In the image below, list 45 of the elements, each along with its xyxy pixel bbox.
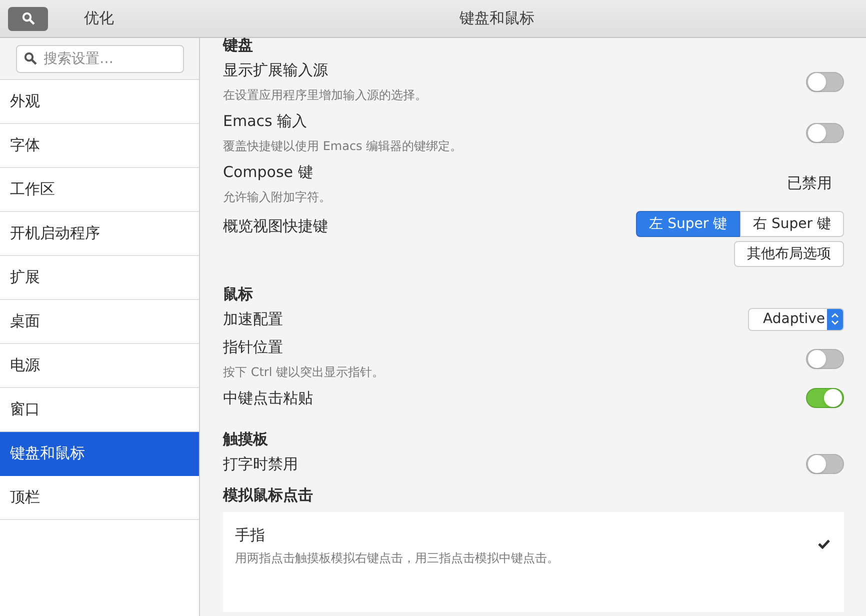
status-value: 已禁用: [787, 173, 832, 194]
segment-button[interactable]: 左 Super 键: [636, 211, 740, 237]
sidebar-item[interactable]: 电源: [0, 344, 199, 388]
sidebar-item[interactable]: 工作区: [0, 168, 199, 212]
section-heading: 模拟鼠标点击: [223, 485, 314, 506]
setting-label: 加速配置: [223, 308, 283, 330]
toggle-switch[interactable]: [806, 122, 844, 142]
setting-label: 概览视图快捷键: [223, 216, 328, 237]
sidebar-item[interactable]: 扩展: [0, 256, 199, 300]
dropdown-select[interactable]: Adaptive: [748, 308, 844, 330]
setting-label: 中键点击粘贴: [223, 388, 313, 409]
toggle-switch[interactable]: [806, 72, 844, 92]
window-title: 键盘和鼠标: [460, 8, 534, 30]
sidebar-item[interactable]: 桌面: [0, 300, 199, 344]
toggle-switch[interactable]: [806, 454, 844, 474]
setting-description: 在设置应用程序里增加输入源的选择。: [223, 86, 427, 104]
search-button[interactable]: [8, 6, 48, 30]
search-field[interactable]: 搜索设置…: [16, 44, 184, 72]
setting-label: 打字时禁用: [223, 454, 298, 475]
chevron-icon: [831, 313, 839, 325]
sidebar-item[interactable]: 字体: [0, 124, 199, 168]
search-icon: [22, 12, 34, 25]
section-heading: 鼠标: [223, 284, 254, 305]
segment-button[interactable]: 右 Super 键: [740, 211, 844, 237]
setting-description: 允许输入附加字符。: [223, 188, 331, 206]
sidebar-item[interactable]: 键盘和鼠标: [0, 432, 199, 476]
setting-label: 指针位置: [223, 337, 284, 358]
toggle-switch[interactable]: [806, 388, 844, 408]
section-heading: 键盘: [223, 35, 254, 56]
option-description: 用两指点击触摸板模拟右键点击，用三指点击模拟中键点击。: [235, 550, 559, 566]
sidebar-item[interactable]: 外观: [0, 80, 199, 124]
setting-description: 按下 Ctrl 键以突出显示指针。: [223, 364, 384, 381]
search-icon: [24, 52, 36, 64]
sidebar-item[interactable]: 开机启动程序: [0, 212, 199, 256]
setting-label: 显示扩展输入源: [223, 60, 329, 82]
setting-label: Compose 键: [223, 162, 314, 184]
sidebar-item[interactable]: 顶栏: [0, 476, 199, 520]
option-card[interactable]: 手指 用两指点击触摸板模拟右键点击，用三指点击模拟中键点击。: [223, 512, 844, 612]
setting-description: 覆盖快捷键以使用 Emacs 编辑器的键绑定。: [223, 138, 462, 155]
app-title: 优化: [84, 8, 114, 30]
setting-label: Emacs 输入: [223, 111, 308, 132]
layout-options-button[interactable]: 其他布局选项: [734, 241, 844, 267]
section-heading: 触摸板: [223, 429, 269, 450]
option-label: 手指: [235, 525, 266, 546]
toggle-switch[interactable]: [806, 348, 844, 368]
